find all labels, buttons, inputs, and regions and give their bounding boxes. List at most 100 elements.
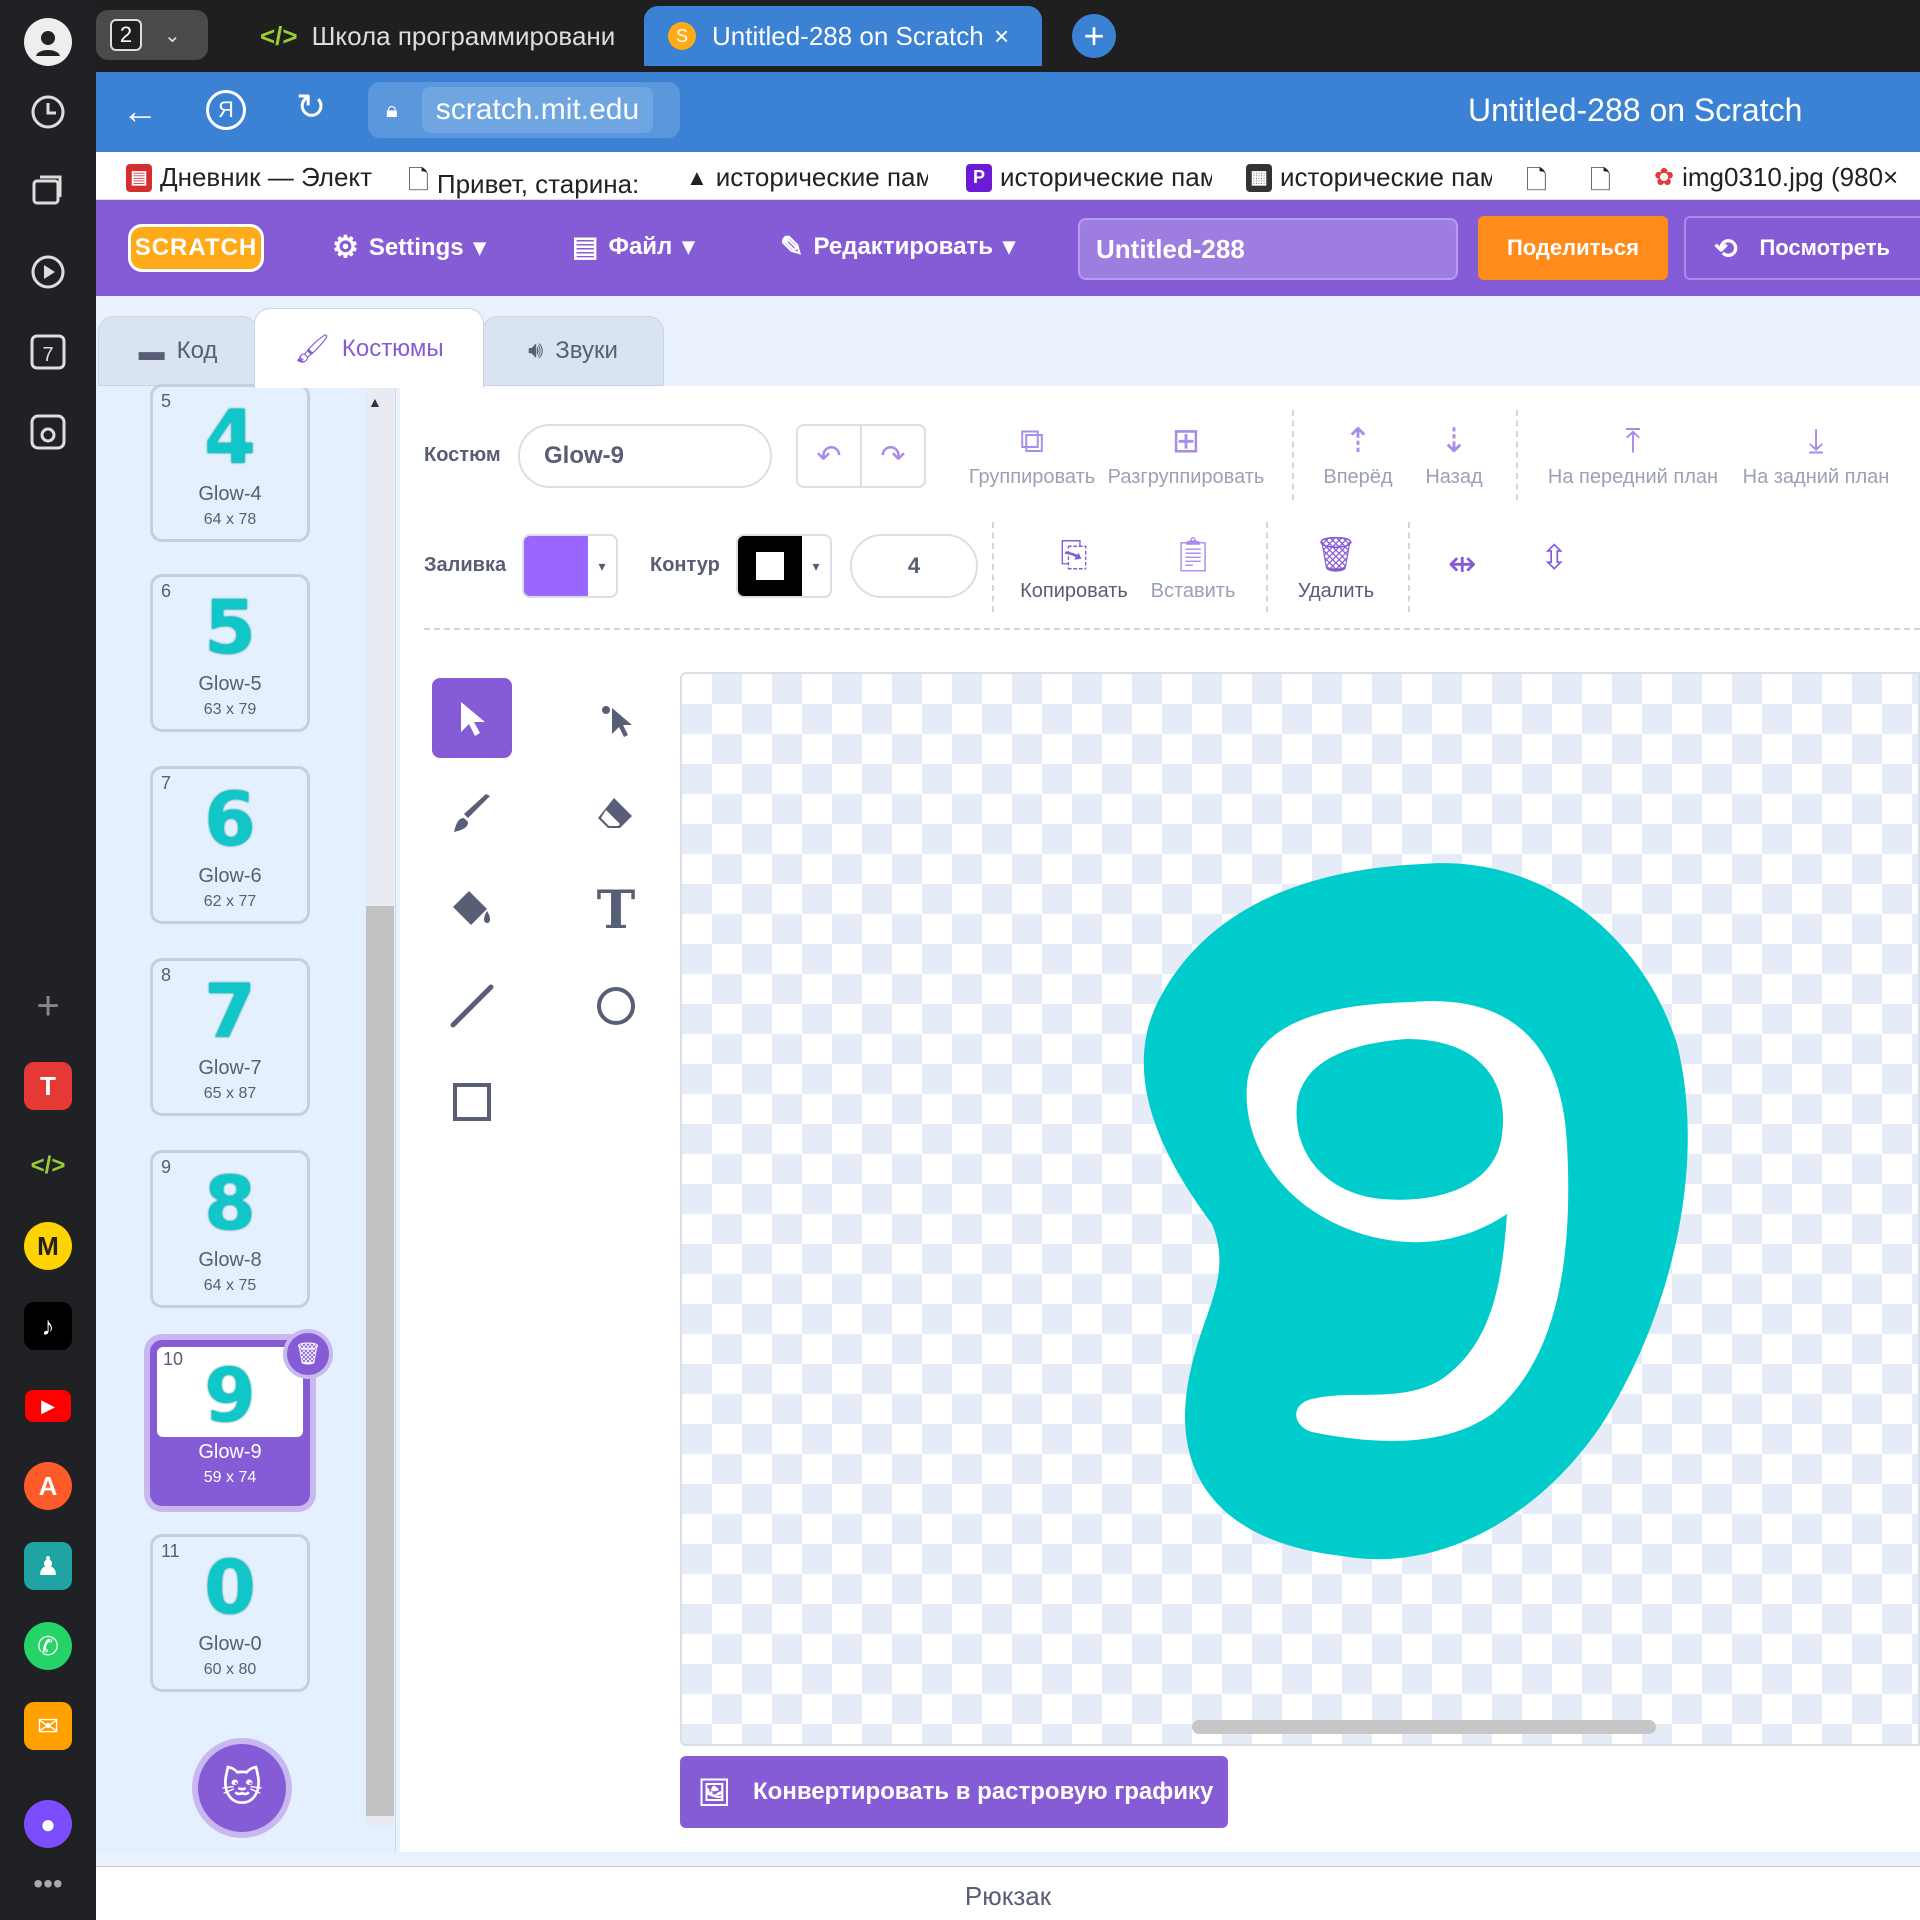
whatsapp-icon[interactable]: ✆: [24, 1622, 72, 1670]
flip-horizontal-icon[interactable]: ⇹: [1448, 544, 1477, 584]
close-tab-icon[interactable]: ×: [994, 21, 1009, 52]
line-tool-icon[interactable]: [432, 966, 512, 1046]
costume-tile[interactable]: 11 0 Glow-0 60 x 80: [150, 1534, 310, 1692]
tab-group-button[interactable]: 2 ⌄: [96, 10, 208, 60]
scrollbar-thumb[interactable]: [366, 906, 394, 1816]
browser-sidebar: 7 + T </> M ♪ ▶ A ♟ ✆ ✉ ● •••: [0, 0, 96, 1920]
drawing-canvas[interactable]: [680, 672, 1920, 1746]
bookmark-item[interactable]: Pисторические пам: [966, 162, 1212, 193]
divider: [1292, 410, 1294, 500]
fill-color-picker[interactable]: ▾: [522, 534, 618, 598]
costume-tile[interactable]: 8 7 Glow-7 65 x 87: [150, 958, 310, 1116]
tab-costumes[interactable]: 🖌︎ Костюмы: [254, 308, 484, 388]
costume-scrollbar[interactable]: ▲: [366, 386, 394, 1826]
flip-vertical-icon[interactable]: ⇳: [1540, 538, 1569, 578]
scratch-logo[interactable]: SCRATCH: [128, 224, 264, 272]
p-icon: P: [966, 163, 992, 192]
video-play-icon[interactable]: [24, 248, 72, 296]
undo-icon[interactable]: ↶: [798, 426, 862, 486]
add-app-icon[interactable]: +: [24, 982, 72, 1030]
tab-code[interactable]: ▬ Код: [98, 316, 258, 386]
back-button[interactable]: ⤓ На задний план: [1730, 416, 1902, 489]
text-tool-icon[interactable]: T: [576, 870, 656, 950]
edit-menu[interactable]: ✎ Редактировать ▾: [780, 230, 1015, 263]
page-title: Untitled-288 on Scratch: [1468, 92, 1803, 128]
file-menu[interactable]: ▤ Файл ▾: [572, 230, 694, 263]
costume-tile[interactable]: 9 8 Glow-8 64 x 75: [150, 1150, 310, 1308]
copy-button[interactable]: ⎘ Копировать: [1012, 530, 1136, 603]
translate-icon[interactable]: A: [24, 1462, 72, 1510]
tab-school[interactable]: </> Школа программировани: [236, 6, 636, 66]
settings-menu[interactable]: ⚙ Settings ▾: [332, 230, 486, 265]
backpack-bar[interactable]: Рюкзак: [96, 1866, 1920, 1920]
project-title-input[interactable]: Untitled-288: [1078, 218, 1458, 280]
select-tool-icon[interactable]: [432, 678, 512, 758]
collections-icon[interactable]: [24, 166, 72, 214]
forward-button[interactable]: ⇡ Вперёд: [1308, 416, 1408, 489]
add-costume-icon[interactable]: 🐱︎: [192, 1738, 292, 1838]
more-icon[interactable]: •••: [24, 1860, 72, 1908]
market-icon[interactable]: M: [24, 1222, 72, 1270]
app-t-icon[interactable]: T: [24, 1062, 72, 1110]
outline-width-input[interactable]: 4: [850, 534, 978, 598]
divider: [992, 522, 994, 612]
tab-sounds[interactable]: 🔊︎ Звуки: [482, 316, 664, 386]
costume-tile[interactable]: 7 6 Glow-6 62 x 77: [150, 766, 310, 924]
costume-thumbnail: 4: [204, 395, 256, 481]
youtube-icon[interactable]: ▶: [24, 1382, 72, 1430]
bookmark-item[interactable]: ▲ исторические пам: [686, 162, 928, 193]
code-school-icon[interactable]: </>: [24, 1142, 72, 1190]
editor-tabs: ▬ Код 🖌︎ Костюмы 🔊︎ Звуки: [96, 296, 1920, 388]
yandex-icon[interactable]: Я: [206, 90, 246, 130]
fill-tool-icon[interactable]: [432, 870, 512, 950]
backward-button[interactable]: ⇣ Назад: [1406, 416, 1502, 489]
bookmark-item[interactable]: ▦ исторические пам: [1246, 162, 1492, 193]
bookmarks-bar: ▤ Дневник — Элект 🗋 Привет, старина: ▲ исто…: [96, 152, 1920, 200]
costume-tile[interactable]: 5 4 Glow-4 64 x 78: [150, 384, 310, 542]
new-tab-button[interactable]: +: [1072, 14, 1116, 58]
toolbar-divider: [424, 628, 1920, 630]
tiktok-icon[interactable]: ♪: [24, 1302, 72, 1350]
costume-thumbnail: 8: [204, 1161, 256, 1247]
back-icon[interactable]: ←: [122, 90, 158, 132]
group-button[interactable]: ⧉ Группировать: [962, 416, 1102, 489]
screenshot-icon[interactable]: [24, 408, 72, 456]
canvas-scrollbar[interactable]: [1192, 1720, 1656, 1734]
to-front-icon: ⤒: [1625, 421, 1641, 460]
costume-tile-selected[interactable]: 10 9 Glow-9 59 x 74 🗑︎: [150, 1329, 333, 1506]
tab-scratch-active[interactable]: S Untitled-288 on Scratch ×: [644, 6, 1042, 66]
redo-icon[interactable]: ↷: [862, 426, 924, 486]
history-icon[interactable]: [24, 88, 72, 136]
mail-icon[interactable]: ✉: [24, 1702, 72, 1750]
calendar-icon[interactable]: 7: [24, 328, 72, 376]
paste-button[interactable]: 📋︎ Вставить: [1138, 530, 1248, 603]
costume-tile[interactable]: 6 5 Glow-5 63 x 79: [150, 574, 310, 732]
ungroup-icon: ⊞: [1171, 422, 1201, 460]
see-project-button[interactable]: ⟲ Посмотреть: [1684, 216, 1920, 280]
front-button[interactable]: ⤒ На передний план: [1538, 416, 1728, 489]
outline-color-picker[interactable]: ▾: [736, 534, 832, 598]
profile-avatar[interactable]: [24, 18, 72, 66]
glyph-nine-shape: [1143, 863, 1688, 1560]
reload-icon[interactable]: ↻: [296, 86, 326, 128]
copy-icon: ⎘: [1060, 535, 1088, 574]
scroll-up-icon[interactable]: ▲: [368, 394, 382, 410]
chess-icon[interactable]: ♟: [24, 1542, 72, 1590]
convert-bitmap-button[interactable]: 🖼︎ Конвертировать в растровую графику: [680, 1756, 1228, 1828]
circle-tool-icon[interactable]: [576, 966, 656, 1046]
delete-costume-icon[interactable]: 🗑︎: [283, 1329, 333, 1379]
alice-icon[interactable]: ●: [24, 1800, 72, 1848]
delete-button[interactable]: 🗑︎ Удалить: [1276, 530, 1396, 603]
costume-name-input[interactable]: Glow-9: [518, 424, 772, 488]
paste-icon: 📋︎: [1171, 536, 1215, 574]
brush-tool-icon[interactable]: [432, 774, 512, 854]
ungroup-button[interactable]: ⊞ Разгруппировать: [1106, 416, 1266, 489]
rectangle-tool-icon[interactable]: [432, 1062, 512, 1142]
url-field[interactable]: 🔒︎ scratch.mit.edu: [368, 82, 680, 138]
reshape-tool-icon[interactable]: [576, 678, 656, 758]
bookmark-item[interactable]: ▤ Дневник — Элект: [126, 162, 380, 193]
eraser-tool-icon[interactable]: [576, 774, 656, 854]
bookmark-item[interactable]: ✿ img0310.jpg (980×: [1654, 162, 1902, 193]
tab-label: Untitled-288 on Scratch: [712, 20, 982, 51]
share-button[interactable]: Поделиться: [1478, 216, 1668, 280]
